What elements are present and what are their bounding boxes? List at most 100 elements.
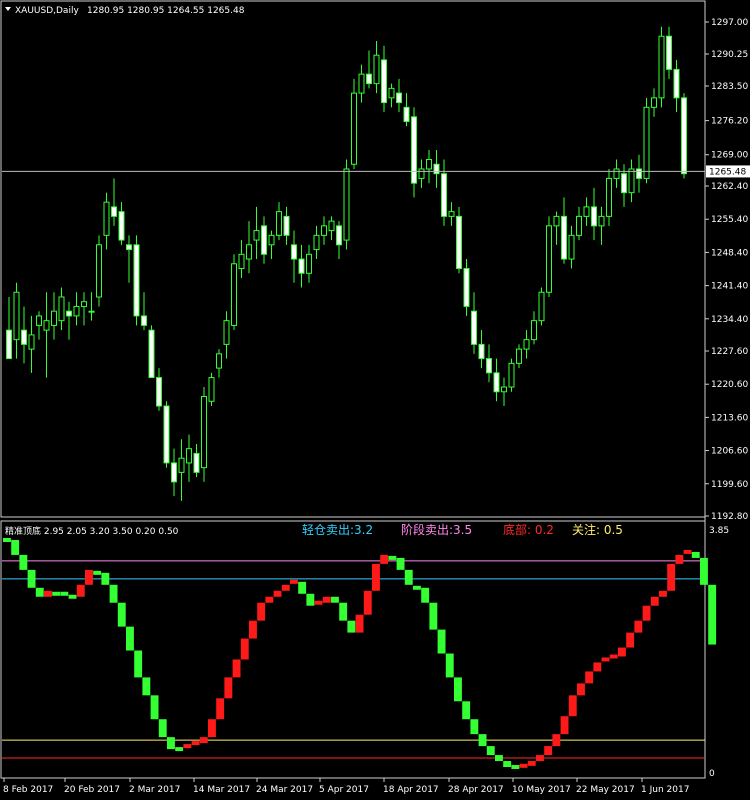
candle-body <box>351 92 357 165</box>
candle-body <box>613 168 620 179</box>
oscillator-bar <box>626 632 635 648</box>
candle-body <box>501 386 507 393</box>
indicator-level-lines <box>2 560 705 759</box>
oscillator-bar <box>503 761 512 768</box>
candle-body <box>673 68 680 99</box>
candle-body <box>178 457 185 473</box>
price-tick-label: 1276.20 <box>711 117 748 127</box>
ohlc-values: 1280.95 1280.95 1264.55 1265.48 <box>87 6 245 16</box>
price-tick-label: 1241.40 <box>711 282 748 292</box>
candle-body <box>238 253 245 270</box>
oscillator-bar <box>462 701 471 720</box>
oscillator-bar <box>536 755 544 762</box>
oscillator-bar <box>281 584 290 591</box>
oscillator-bar <box>199 737 208 744</box>
candle-body <box>43 320 50 331</box>
oscillator-bar <box>60 591 69 596</box>
price-tick-label: 1234.40 <box>711 315 748 325</box>
candle-body <box>321 225 327 236</box>
candle-body <box>658 35 665 99</box>
candle-body <box>103 201 110 236</box>
candle-body <box>463 268 470 307</box>
candle-body <box>13 291 20 341</box>
level-label-stage-sell: 阶段卖出:3.5 <box>401 522 472 537</box>
price-tick-label: 1220.60 <box>711 380 748 390</box>
date-tick-label: 24 Mar 2017 <box>256 785 313 795</box>
candle-body <box>606 177 612 217</box>
candle-body <box>126 244 132 251</box>
date-tick-label: 2 Mar 2017 <box>129 785 180 795</box>
oscillator-bar <box>126 626 134 651</box>
level-label-watch: 关注: 0.5 <box>572 522 623 537</box>
candle-body <box>388 87 395 99</box>
oscillator-bar <box>208 719 216 738</box>
oscillator-bar <box>396 557 405 570</box>
oscillator-bar <box>445 653 454 678</box>
candle-body <box>381 59 387 104</box>
oscillator-bar <box>470 719 479 735</box>
oscillator-bar <box>273 590 282 597</box>
oscillator-bar <box>700 557 708 585</box>
candle-body <box>306 253 312 274</box>
candle-body <box>403 106 410 123</box>
oscillator-bar <box>527 761 536 766</box>
candle-body <box>246 244 252 260</box>
candle-body <box>538 291 545 322</box>
candle-body <box>276 211 282 236</box>
candle-body <box>493 372 500 393</box>
oscillator-bar <box>93 570 102 575</box>
candle-body <box>508 362 515 388</box>
candle-body <box>28 334 35 350</box>
oscillator-bar <box>650 596 659 606</box>
candle-body <box>6 329 12 360</box>
candle-body <box>328 220 335 232</box>
oscillator-bar <box>216 698 225 720</box>
candle-body <box>223 320 230 345</box>
candle-body <box>426 158 432 170</box>
oscillator-bar <box>659 590 667 597</box>
oscillator-bar <box>167 737 175 750</box>
candle-body <box>186 448 192 464</box>
oscillator-bar <box>322 596 331 603</box>
oscillator-bar <box>11 540 20 555</box>
candles-group <box>6 26 687 501</box>
oscillator-bar <box>478 734 487 747</box>
price-tick-label: 1206.60 <box>711 447 748 457</box>
candle-body <box>298 258 305 274</box>
candle-body <box>88 310 95 313</box>
oscillator-bar <box>85 569 93 585</box>
candle-body <box>628 168 635 194</box>
date-tick-label: 18 Apr 2017 <box>383 785 439 795</box>
oscillator-bar <box>429 602 438 630</box>
oscillator-bar <box>52 591 61 596</box>
candle-body <box>81 301 87 307</box>
price-tick-label: 1199.60 <box>711 480 748 490</box>
oscillator-bar <box>667 563 676 591</box>
oscillator-bar <box>388 555 397 560</box>
oscillator-bar <box>511 765 520 770</box>
candle-body <box>36 315 42 326</box>
candle-body <box>441 173 447 217</box>
candle-body <box>156 377 162 407</box>
oscillator-bar <box>486 746 495 756</box>
candle-body <box>283 215 290 236</box>
candle-body <box>411 116 417 184</box>
candle-body <box>433 163 440 175</box>
chart-svg: 1297.00 1290.25 1283.50 1276.20 1269.00 1262.… <box>0 0 750 795</box>
oscillator-bar <box>224 677 233 699</box>
candle-body <box>583 206 590 217</box>
level-label-light-sell: 轻仓卖出:3.2 <box>302 523 373 537</box>
price-tick-label: 1192.80 <box>711 512 748 522</box>
oscillator-bar <box>35 587 44 597</box>
candle-body <box>111 206 117 217</box>
date-tick-label: 20 Feb 2017 <box>64 785 120 795</box>
oscillator-bar <box>314 600 323 605</box>
oscillator-bar <box>306 593 315 606</box>
symbol-dropdown-arrow-icon[interactable] <box>5 7 11 11</box>
oscillator-bars <box>3 538 717 770</box>
oscillator-bar <box>355 614 364 633</box>
candle-body <box>418 168 425 179</box>
candle-body <box>396 92 402 104</box>
candle-body <box>643 106 650 179</box>
candle-body <box>291 244 297 260</box>
